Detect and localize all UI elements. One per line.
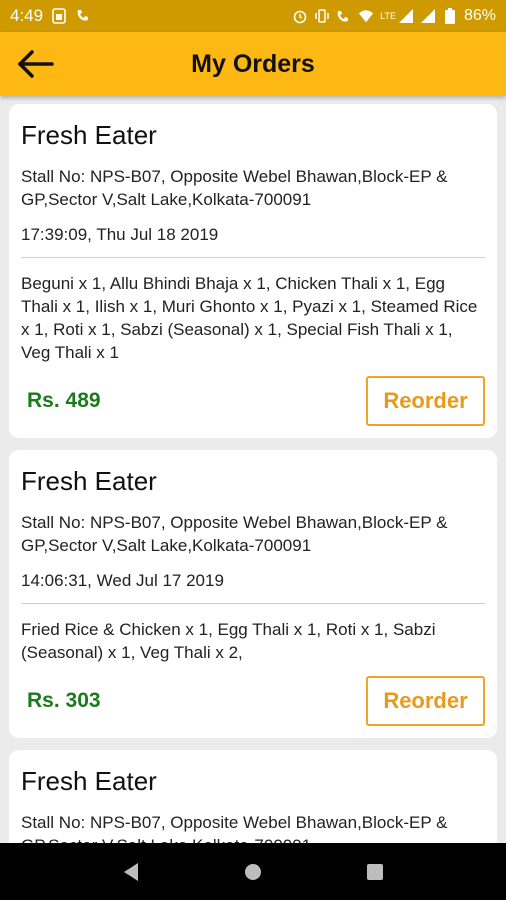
shop-name: Fresh Eater xyxy=(21,466,157,496)
sim-icon xyxy=(51,8,67,24)
lte-call-icon xyxy=(336,8,352,24)
reorder-button[interactable]: Reorder xyxy=(366,676,485,726)
signal-2-icon xyxy=(420,8,436,24)
order-card[interactable]: Fresh Eater Stall No: NPS-B07, Opposite … xyxy=(9,450,497,738)
lte-label: LTE xyxy=(380,11,396,21)
order-footer: Rs. 489 Reorder xyxy=(21,376,485,426)
order-datetime: 17:39:09, Thu Jul 18 2019 xyxy=(21,225,219,244)
status-bar: 4:49 LTE 86% xyxy=(0,0,506,32)
status-time: 4:49 xyxy=(10,6,44,25)
alarm-icon xyxy=(292,8,308,24)
arrow-back-icon xyxy=(18,50,54,78)
order-footer: Rs. 303 Reorder xyxy=(21,676,485,726)
square-recents-icon xyxy=(367,863,383,880)
nav-home-button[interactable] xyxy=(233,852,273,892)
shop-address: Stall No: NPS-B07, Opposite Webel Bhawan… xyxy=(21,167,448,209)
shop-address: Stall No: NPS-B07, Opposite Webel Bhawan… xyxy=(21,813,448,843)
circle-home-icon xyxy=(245,863,261,880)
system-nav-bar xyxy=(0,843,506,900)
battery-percent: 86% xyxy=(463,7,496,24)
nav-back-button[interactable] xyxy=(111,852,151,892)
app-bar: My Orders xyxy=(0,32,506,96)
orders-list[interactable]: Fresh Eater Stall No: NPS-B07, Opposite … xyxy=(0,96,506,843)
order-card[interactable]: Fresh Eater Stall No: NPS-B07, Opposite … xyxy=(9,750,497,843)
order-datetime: 14:06:31, Wed Jul 17 2019 xyxy=(21,571,224,590)
order-card[interactable]: Fresh Eater Stall No: NPS-B07, Opposite … xyxy=(9,104,497,438)
page-title: My Orders xyxy=(191,49,315,78)
shop-name: Fresh Eater xyxy=(21,120,157,150)
battery-icon xyxy=(442,8,458,24)
nav-recents-button[interactable] xyxy=(355,852,395,892)
divider xyxy=(21,257,485,258)
order-price: Rs. 489 xyxy=(27,389,101,412)
divider xyxy=(21,603,485,604)
order-price: Rs. 303 xyxy=(27,689,101,712)
reorder-button[interactable]: Reorder xyxy=(366,376,485,426)
order-items: Beguni x 1, Allu Bhindi Bhaja x 1, Chick… xyxy=(21,274,478,362)
vibrate-icon xyxy=(314,8,330,24)
shop-address: Stall No: NPS-B07, Opposite Webel Bhawan… xyxy=(21,513,448,555)
wifi-icon xyxy=(358,8,374,24)
signal-icon xyxy=(398,8,414,24)
back-button[interactable] xyxy=(16,48,56,80)
wifi-call-icon xyxy=(75,8,91,24)
shop-name: Fresh Eater xyxy=(21,766,157,796)
order-items: Fried Rice & Chicken x 1, Egg Thali x 1,… xyxy=(21,620,436,662)
triangle-back-icon xyxy=(124,862,138,881)
